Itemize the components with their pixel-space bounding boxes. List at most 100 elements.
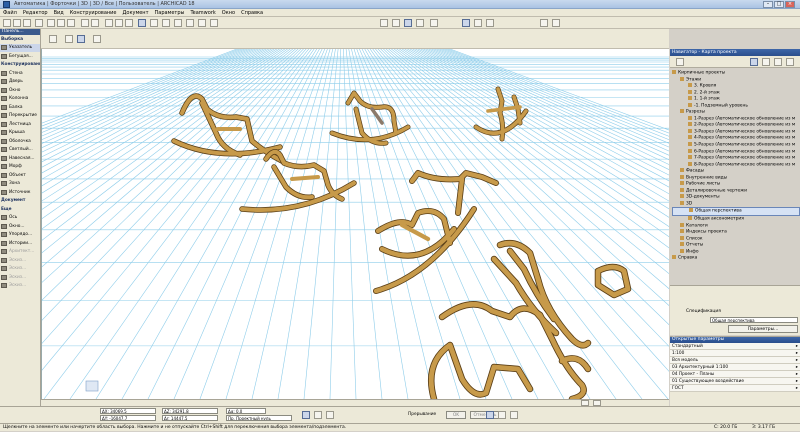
open-icon[interactable] bbox=[13, 19, 21, 27]
constraint-icon[interactable] bbox=[326, 411, 334, 419]
delta-x-field[interactable]: ΔX: 34069.5 bbox=[100, 408, 156, 414]
quick-option-row[interactable]: 03 Архитектурный 1:100 bbox=[670, 364, 800, 371]
navigator-options-icon[interactable] bbox=[786, 58, 794, 66]
toolbox-item[interactable]: Источник bbox=[0, 188, 40, 197]
menu-view[interactable]: Вид bbox=[51, 9, 67, 17]
delta-angle-field[interactable]: Δα: 0.0 bbox=[226, 408, 266, 414]
quick-option-row[interactable]: 04 Проект - Планы bbox=[670, 371, 800, 378]
snap-guides-icon[interactable] bbox=[314, 411, 322, 419]
quick-option-row[interactable]: Стандартный bbox=[670, 343, 800, 350]
copy-icon[interactable] bbox=[57, 19, 65, 27]
delta-y-field[interactable]: ΔY: -16047.7 bbox=[100, 415, 156, 421]
cut-icon[interactable] bbox=[47, 19, 55, 27]
toolbox-item[interactable]: Лестница bbox=[0, 120, 40, 129]
toolbox-item[interactable]: Эскиз... bbox=[0, 282, 40, 291]
ok-button[interactable]: OK bbox=[446, 411, 466, 419]
zoom-window-icon[interactable] bbox=[462, 19, 470, 27]
paste-icon[interactable] bbox=[67, 19, 75, 27]
toolbox-item[interactable]: Навесная... bbox=[0, 154, 40, 163]
rocker-parts-foreground[interactable] bbox=[428, 240, 632, 399]
toolbox-item[interactable]: Ось bbox=[0, 214, 40, 223]
view-cube-icon[interactable] bbox=[85, 380, 99, 392]
delta-z-field[interactable]: ΔZ: 34291.8 bbox=[162, 408, 218, 414]
toolbox-item[interactable]: Упорядо... bbox=[0, 231, 40, 240]
maximize-button[interactable]: □ bbox=[774, 1, 784, 8]
syringe-icon[interactable] bbox=[125, 19, 133, 27]
toolbox-item[interactable]: Эскиз... bbox=[0, 273, 40, 282]
toolbox-item[interactable]: Стена bbox=[0, 69, 40, 78]
layout-book-tab[interactable] bbox=[762, 58, 770, 66]
grid-icon[interactable] bbox=[198, 19, 206, 27]
menu-teamwork[interactable]: Teamwork bbox=[187, 9, 218, 17]
publisher-tab[interactable] bbox=[774, 58, 782, 66]
menu-options[interactable]: Параметры bbox=[152, 9, 188, 17]
pan-icon[interactable] bbox=[510, 411, 518, 419]
toolbox-item[interactable]: Колонна bbox=[0, 95, 40, 104]
3d-scene[interactable] bbox=[42, 49, 669, 399]
rectangle-select-icon[interactable] bbox=[65, 35, 73, 43]
marquee-icon[interactable] bbox=[150, 19, 158, 27]
toolbox-item[interactable]: Архитект... bbox=[0, 248, 40, 257]
toolbox-item[interactable]: Зона bbox=[0, 180, 40, 189]
quick-option-row[interactable]: 1:100 bbox=[670, 350, 800, 357]
toolbox-item[interactable]: Истории... bbox=[0, 239, 40, 248]
toolbox-item[interactable]: Еще bbox=[0, 205, 40, 214]
undo-icon[interactable] bbox=[81, 19, 89, 27]
view-map-tab[interactable] bbox=[750, 58, 758, 66]
toolbox-item[interactable]: Окно bbox=[0, 86, 40, 95]
section-icon[interactable] bbox=[404, 19, 412, 27]
minimize-button[interactable]: – bbox=[763, 1, 773, 8]
tree-item[interactable]: Общая перспектива bbox=[672, 207, 800, 217]
view-3d-icon[interactable] bbox=[380, 19, 388, 27]
project-map-tab[interactable] bbox=[676, 58, 684, 66]
toolbox-item[interactable]: Эскиз... bbox=[0, 265, 40, 274]
rocking-horse-5[interactable] bbox=[373, 170, 499, 294]
quick-option-row[interactable]: 01 Существующее воздействие bbox=[670, 378, 800, 385]
close-button[interactable]: × bbox=[785, 1, 795, 8]
menu-file[interactable]: Файл bbox=[0, 9, 20, 17]
zoom-out-icon[interactable] bbox=[486, 19, 494, 27]
toolbox-item[interactable]: Окно... bbox=[0, 222, 40, 231]
snap-icon[interactable] bbox=[186, 19, 194, 27]
menu-edit[interactable]: Редактор bbox=[20, 9, 51, 17]
toolbox-item[interactable]: Объект bbox=[0, 171, 40, 180]
toolbox-item[interactable]: Дверь bbox=[0, 78, 40, 87]
quick-option-row[interactable]: ГОСТ bbox=[670, 385, 800, 392]
guide-icon[interactable] bbox=[210, 19, 218, 27]
floorplan-icon[interactable] bbox=[392, 19, 400, 27]
toolbox-item[interactable]: Балка bbox=[0, 103, 40, 112]
toolbox-item[interactable]: Крыша bbox=[0, 129, 40, 138]
toolbox-item[interactable]: Конструирование bbox=[0, 61, 40, 70]
menu-design[interactable]: Конструирование bbox=[67, 9, 120, 17]
new-icon[interactable] bbox=[3, 19, 11, 27]
toolbox-item[interactable]: Эскиз... bbox=[0, 256, 40, 265]
pencil-icon[interactable] bbox=[105, 19, 113, 27]
quick-option-row[interactable]: Вся модель bbox=[670, 357, 800, 364]
arrow-icon[interactable] bbox=[162, 19, 170, 27]
magic-wand-icon[interactable] bbox=[302, 411, 310, 419]
view-name-field[interactable]: Общая перспектива bbox=[710, 317, 798, 323]
parameters-button[interactable]: Параметры... bbox=[728, 325, 798, 333]
rocking-horse-3[interactable] bbox=[473, 86, 529, 142]
3d-viewport[interactable] bbox=[41, 49, 669, 399]
elevation-icon[interactable] bbox=[416, 19, 424, 27]
toolbox-item[interactable]: Морф bbox=[0, 163, 40, 172]
orbit-icon[interactable] bbox=[486, 411, 494, 419]
toolbox-item[interactable]: Документ bbox=[0, 197, 40, 206]
rotate-icon[interactable] bbox=[174, 19, 182, 27]
toolbox-item[interactable]: Перекрытие bbox=[0, 112, 40, 121]
reference-dropdown[interactable]: Пр. Проектный нуль bbox=[226, 415, 292, 421]
render-icon[interactable] bbox=[552, 19, 560, 27]
explore-icon[interactable] bbox=[498, 411, 506, 419]
delta-r-field[interactable]: Δr: 14447.5 bbox=[162, 415, 218, 421]
layout-icon[interactable] bbox=[430, 19, 438, 27]
pointer-icon[interactable] bbox=[138, 19, 146, 27]
eyedropper-icon[interactable] bbox=[115, 19, 123, 27]
toolbox-item[interactable]: Оболочка bbox=[0, 137, 40, 146]
cursor-icon[interactable] bbox=[93, 35, 101, 43]
redo-icon[interactable] bbox=[91, 19, 99, 27]
cancel-button[interactable]: Отменить bbox=[470, 411, 500, 419]
toolbox-item[interactable]: Светлый... bbox=[0, 146, 40, 155]
toolbox-item[interactable]: Выборка bbox=[0, 35, 40, 44]
settings-icon[interactable] bbox=[540, 19, 548, 27]
